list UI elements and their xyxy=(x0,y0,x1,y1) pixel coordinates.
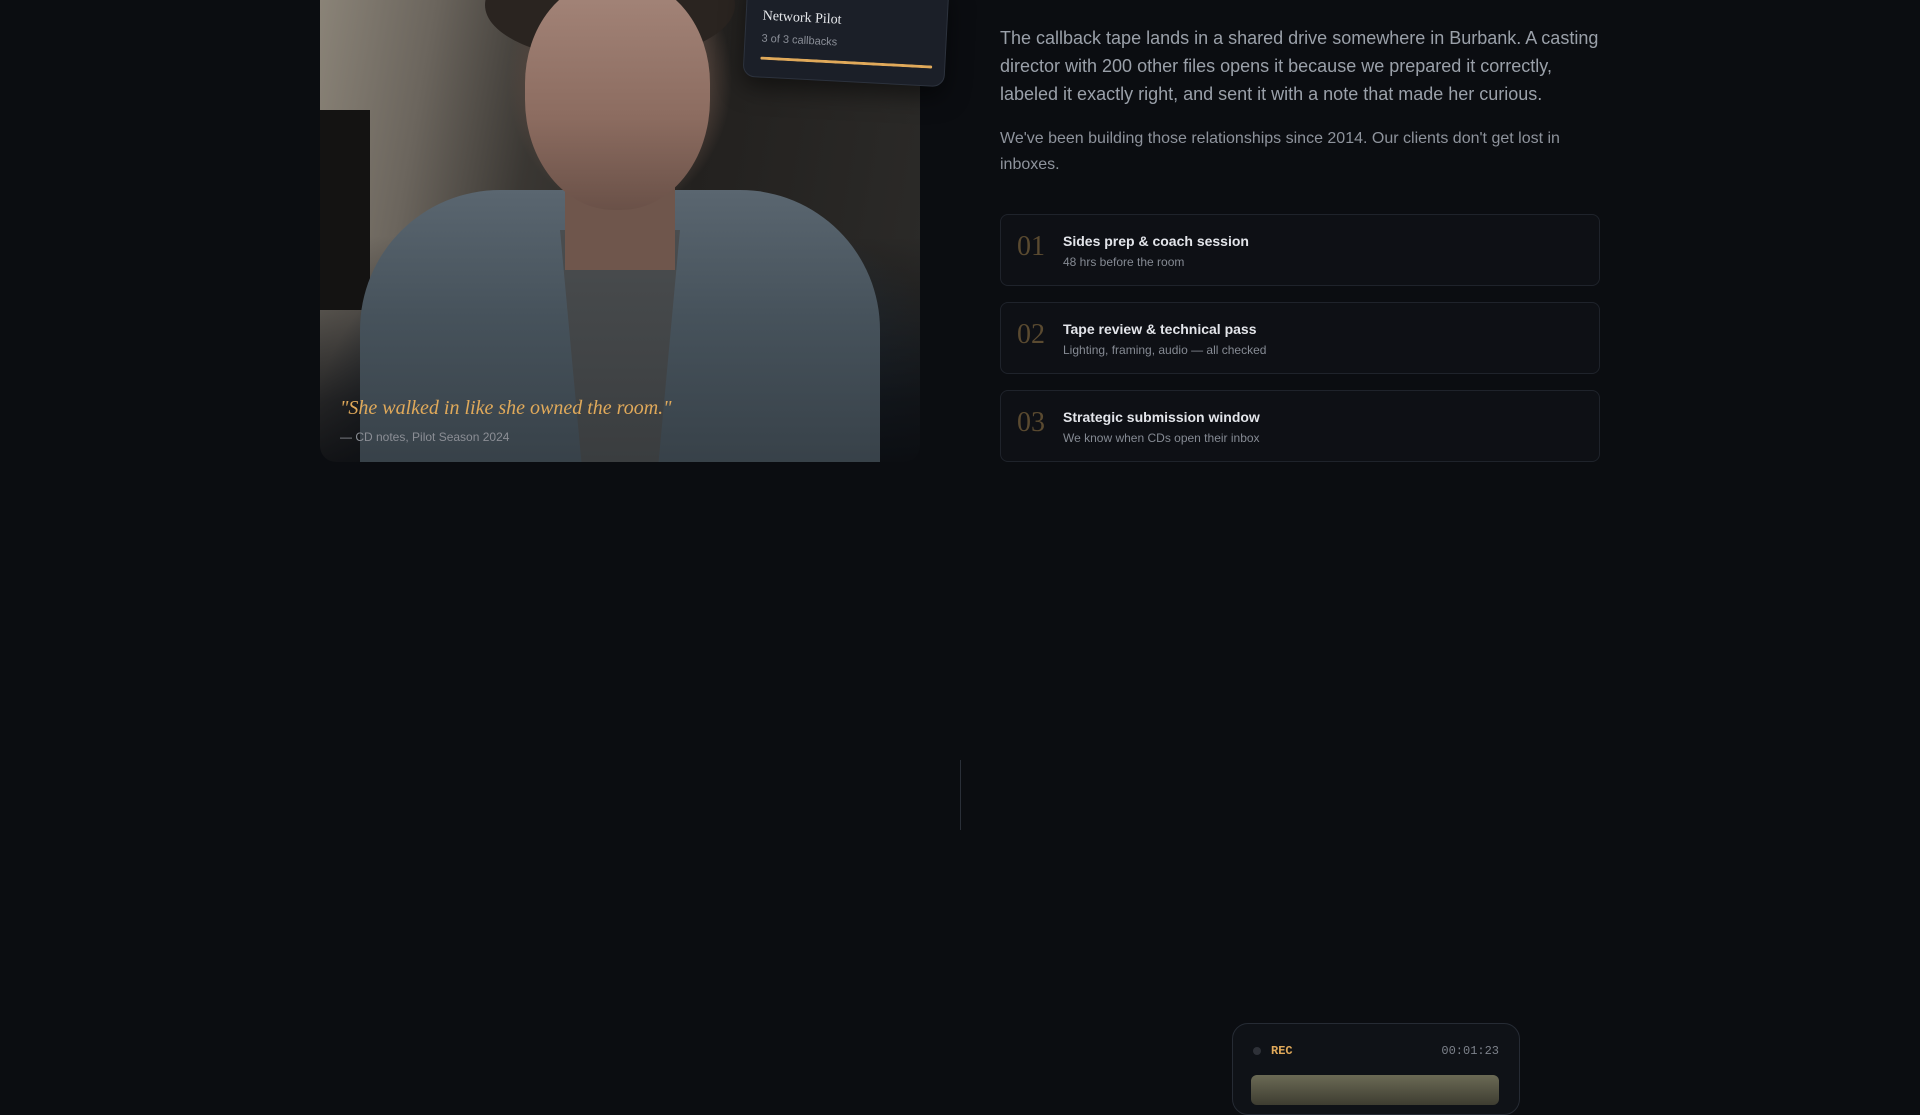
section-divider xyxy=(960,760,961,830)
step-title: Tape review & technical pass xyxy=(1063,321,1257,337)
testimonial-quote: "She walked in like she owned the room." xyxy=(340,397,672,419)
step-description: 48 hrs before the room xyxy=(1063,255,1185,269)
step-item: 02 Tape review & technical pass Lighting… xyxy=(1000,302,1600,374)
progress-bar-fill xyxy=(760,56,933,69)
step-item: 03 Strategic submission window We know w… xyxy=(1000,390,1600,462)
step-title: Sides prep & coach session xyxy=(1063,233,1249,249)
progress-bar xyxy=(760,56,933,69)
recorder-card: REC 00:01:23 xyxy=(1232,1023,1520,1115)
photo-caption: "She walked in like she owned the room."… xyxy=(340,397,900,444)
record-dot-icon xyxy=(1253,1047,1261,1055)
copy-column: The callback tape lands in a shared driv… xyxy=(1000,0,1600,478)
record-label: REC xyxy=(1271,1044,1293,1058)
progress-card-subtitle: 3 of 3 callbacks xyxy=(761,32,838,49)
quote-source: — CD notes, Pilot Season 2024 xyxy=(340,430,510,444)
step-item: 01 Sides prep & coach session 48 hrs bef… xyxy=(1000,214,1600,286)
step-description: We know when CDs open their inbox xyxy=(1063,431,1260,445)
step-description: Lighting, framing, audio — all checked xyxy=(1063,343,1267,357)
record-timecode: 00:01:23 xyxy=(1441,1044,1499,1058)
callback-progress-card: Network Pilot 3 of 3 callbacks xyxy=(742,0,950,88)
step-title: Strategic submission window xyxy=(1063,409,1260,425)
face xyxy=(525,0,710,210)
step-number: 02 xyxy=(1017,319,1045,350)
step-number: 01 xyxy=(1017,231,1045,262)
director-chair xyxy=(320,110,370,310)
lead-paragraph: The callback tape lands in a shared driv… xyxy=(1000,28,1599,104)
steps-list: 01 Sides prep & coach session 48 hrs bef… xyxy=(1000,214,1600,462)
sub-paragraph: We've been building those relationships … xyxy=(1000,130,1560,173)
progress-card-title: Network Pilot xyxy=(762,8,842,28)
step-number: 03 xyxy=(1017,407,1045,438)
